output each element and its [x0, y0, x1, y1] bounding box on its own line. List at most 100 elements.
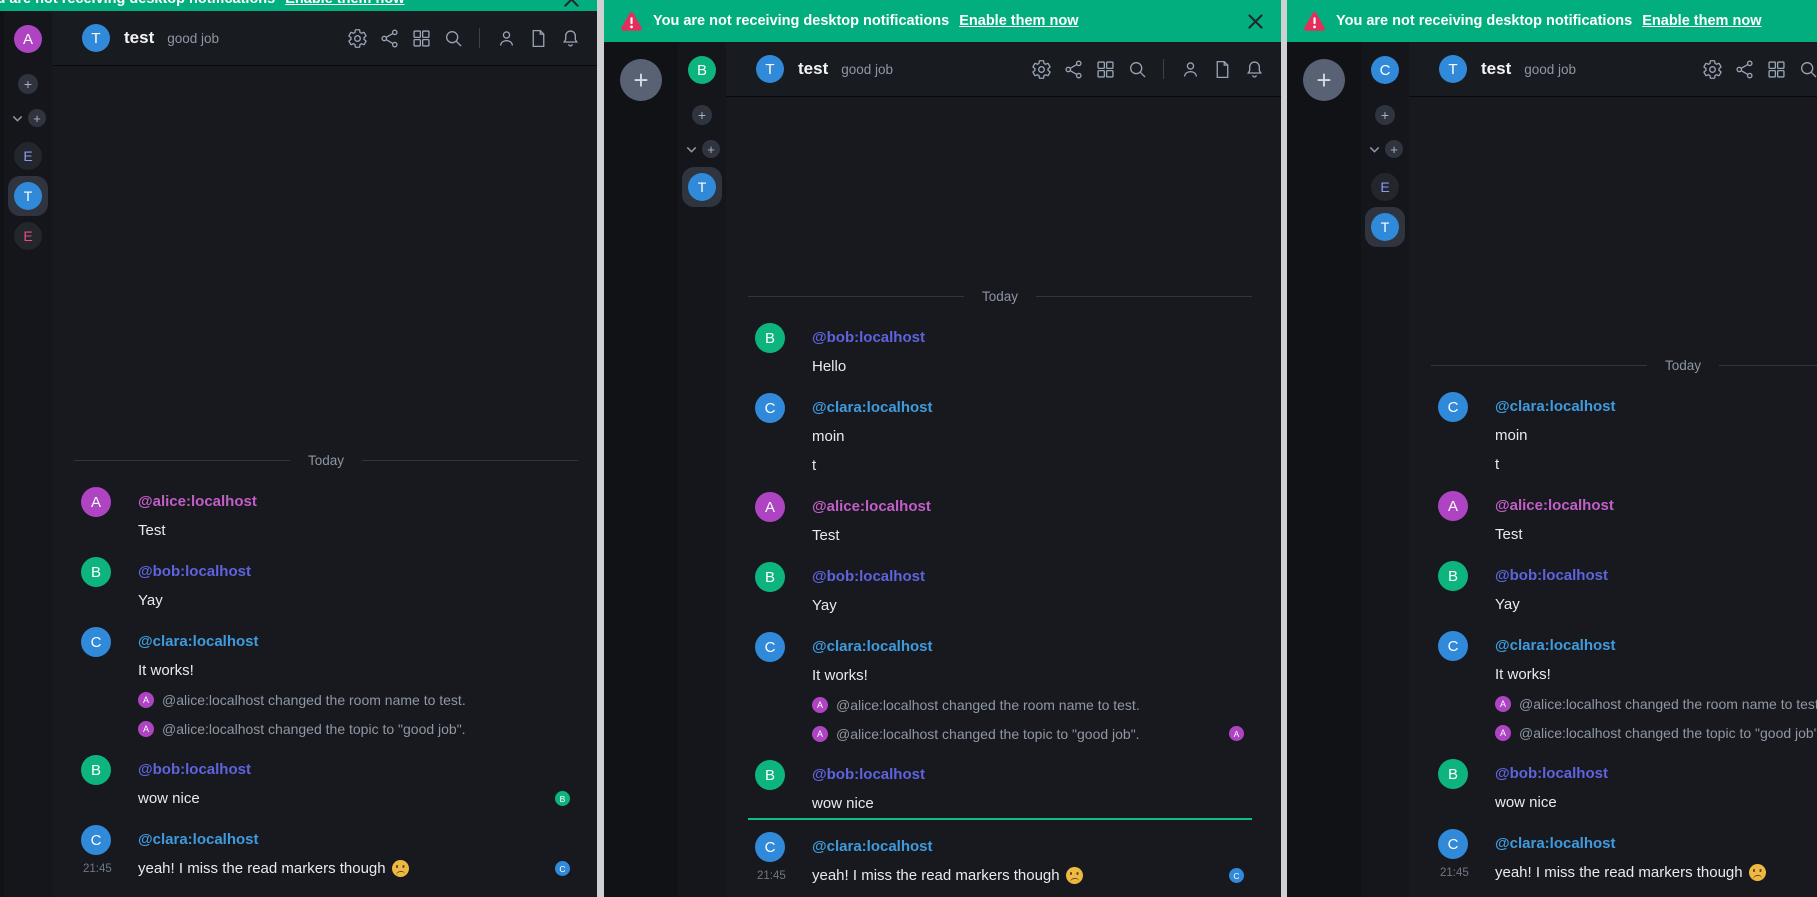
- sender-avatar-mini: A: [812, 697, 828, 713]
- add-to-category-button[interactable]: +: [702, 140, 720, 158]
- widgets-icon[interactable]: [410, 27, 432, 49]
- add-to-category-button[interactable]: +: [28, 109, 46, 127]
- message-text: Test: [1495, 526, 1523, 543]
- message-timeline: TodayB@bob:localhostHelloC@clara:localho…: [748, 282, 1252, 890]
- sender-avatar[interactable]: C: [1438, 392, 1468, 422]
- sidebar-room-t-selected[interactable]: T: [11, 179, 45, 213]
- sender-avatar[interactable]: A: [1438, 491, 1468, 521]
- sender-name[interactable]: @clara:localhost: [1495, 835, 1616, 852]
- message-group: A@alice:localhostTest: [748, 492, 1252, 550]
- sender-avatar[interactable]: C: [81, 825, 111, 855]
- add-room-button[interactable]: +: [1375, 105, 1395, 125]
- banner-enable-link[interactable]: Enable them now: [959, 13, 1078, 29]
- sender-name[interactable]: @bob:localhost: [1495, 765, 1608, 782]
- sender-name[interactable]: @clara:localhost: [138, 831, 259, 848]
- add-to-category-button[interactable]: +: [1385, 140, 1403, 158]
- room-avatar[interactable]: T: [82, 24, 110, 52]
- sender-avatar[interactable]: B: [81, 755, 111, 785]
- message-row: It works!: [138, 656, 578, 685]
- room-avatar[interactable]: T: [756, 55, 784, 83]
- sidebar-room-e[interactable]: E: [1368, 170, 1402, 204]
- room-header: Ttestgood job: [52, 11, 597, 66]
- sender-avatar[interactable]: B: [1438, 759, 1468, 789]
- people-icon[interactable]: [495, 27, 517, 49]
- user-avatar-bob[interactable]: B: [688, 56, 716, 84]
- widgets-icon[interactable]: [1765, 58, 1787, 80]
- create-space-button[interactable]: +: [1303, 59, 1345, 101]
- search-icon[interactable]: [442, 27, 464, 49]
- settings-icon[interactable]: [1030, 58, 1052, 80]
- sender-name[interactable]: @bob:localhost: [812, 568, 925, 585]
- sender-name[interactable]: @clara:localhost: [812, 838, 933, 855]
- notifications-icon[interactable]: [559, 27, 581, 49]
- message-text: Yay: [138, 592, 163, 609]
- sender-name[interactable]: @alice:localhost: [138, 493, 257, 510]
- chevron-down-icon[interactable]: [684, 142, 699, 157]
- close-icon[interactable]: [1246, 12, 1265, 31]
- sender-avatar[interactable]: C: [755, 393, 785, 423]
- chevron-down-icon[interactable]: [1367, 142, 1382, 157]
- message-group: B@bob:localhostwow nice: [1431, 759, 1817, 817]
- banner-enable-link[interactable]: Enable them now: [1642, 13, 1761, 29]
- file-icon[interactable]: [1211, 58, 1233, 80]
- state-event: A@alice:localhost changed the topic to "…: [748, 719, 1252, 748]
- message-row: 21:45yeah! I miss the read markers thoug…: [138, 854, 578, 883]
- sender-name[interactable]: @bob:localhost: [1495, 567, 1608, 584]
- sender-name[interactable]: @clara:localhost: [812, 399, 933, 416]
- sender-avatar[interactable]: B: [81, 557, 111, 587]
- message-group: C @clara:localhost It works!: [74, 627, 578, 685]
- sender-avatar[interactable]: A: [81, 487, 111, 517]
- file-icon[interactable]: [527, 27, 549, 49]
- sidebar-room-e[interactable]: E: [11, 219, 45, 253]
- create-space-button[interactable]: +: [620, 59, 662, 101]
- add-room-button[interactable]: +: [18, 74, 38, 94]
- sender-name[interactable]: @clara:localhost: [1495, 637, 1616, 654]
- matrix-client-window-bob: You are not receiving desktop notificati…: [604, 0, 1281, 897]
- sender-avatar[interactable]: C: [81, 627, 111, 657]
- close-icon[interactable]: [562, 0, 581, 9]
- people-icon[interactable]: [1179, 58, 1201, 80]
- chevron-down-icon[interactable]: [10, 111, 25, 126]
- sender-name[interactable]: @clara:localhost: [812, 638, 933, 655]
- sender-name[interactable]: @bob:localhost: [138, 761, 251, 778]
- notifications-icon[interactable]: [1243, 58, 1265, 80]
- sender-name[interactable]: @bob:localhost: [812, 329, 925, 346]
- sender-avatar[interactable]: B: [755, 562, 785, 592]
- sender-avatar[interactable]: B: [755, 760, 785, 790]
- sender-avatar[interactable]: C: [755, 832, 785, 862]
- room-avatar[interactable]: T: [1439, 55, 1467, 83]
- sender-avatar[interactable]: B: [755, 323, 785, 353]
- message-row: Hello: [812, 352, 1252, 381]
- sidebar-room-e[interactable]: E: [11, 139, 45, 173]
- sender-name[interactable]: @bob:localhost: [812, 766, 925, 783]
- user-avatar-clara[interactable]: C: [1371, 56, 1399, 84]
- banner-enable-link[interactable]: Enable them now: [285, 0, 404, 7]
- share-icon[interactable]: [1062, 58, 1084, 80]
- sender-avatar[interactable]: A: [755, 492, 785, 522]
- sender-name[interactable]: @bob:localhost: [138, 563, 251, 580]
- settings-icon[interactable]: [346, 27, 368, 49]
- share-icon[interactable]: [1733, 58, 1755, 80]
- add-room-button[interactable]: +: [692, 105, 712, 125]
- widgets-icon[interactable]: [1094, 58, 1116, 80]
- sender-name[interactable]: @clara:localhost: [138, 633, 259, 650]
- confused-face-emoji: [392, 860, 409, 877]
- message-row: wow niceB: [138, 784, 578, 813]
- sender-name[interactable]: @clara:localhost: [1495, 398, 1616, 415]
- sender-avatar[interactable]: B: [1438, 561, 1468, 591]
- message-text: It works!: [138, 662, 194, 679]
- sender-avatar[interactable]: C: [755, 632, 785, 662]
- search-icon[interactable]: [1797, 58, 1817, 80]
- share-icon[interactable]: [378, 27, 400, 49]
- user-avatar-alice[interactable]: A: [14, 25, 42, 53]
- sidebar-room-t-selected[interactable]: T: [1368, 210, 1402, 244]
- sidebar-room-t-selected[interactable]: T: [685, 170, 719, 204]
- settings-icon[interactable]: [1701, 58, 1723, 80]
- sender-avatar[interactable]: C: [1438, 829, 1468, 859]
- sender-avatar-mini: A: [1495, 725, 1511, 741]
- sender-name[interactable]: @alice:localhost: [812, 498, 931, 515]
- sender-name[interactable]: @alice:localhost: [1495, 497, 1614, 514]
- sender-avatar[interactable]: C: [1438, 631, 1468, 661]
- banner-message: You are not receiving desktop notificati…: [653, 13, 949, 29]
- search-icon[interactable]: [1126, 58, 1148, 80]
